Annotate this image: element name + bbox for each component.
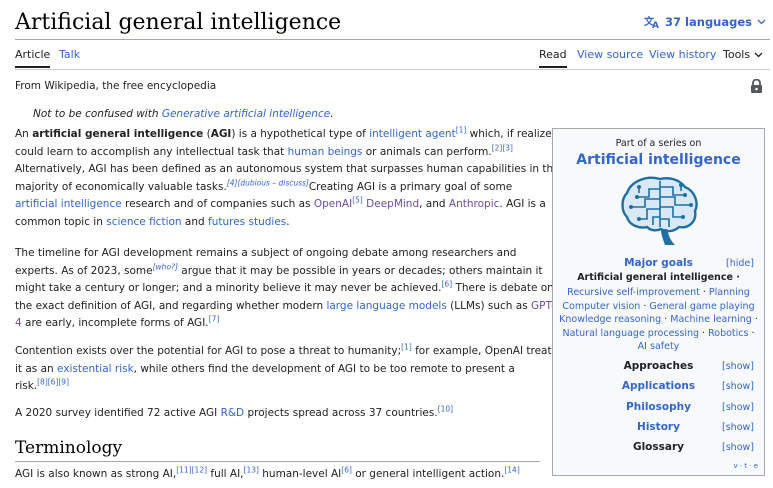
citation[interactable]: [14]: [504, 466, 519, 475]
tab-read[interactable]: Read: [539, 48, 567, 68]
link-existential-risk[interactable]: existential risk: [57, 363, 134, 375]
goal-link[interactable]: Recursive self-improvement: [567, 287, 700, 298]
tab-talk[interactable]: Talk: [59, 48, 80, 66]
link-human-beings[interactable]: human beings: [288, 146, 363, 158]
section-heading-terminology: Terminology: [15, 438, 540, 462]
lock-icon[interactable]: [750, 78, 763, 97]
tab-view-source[interactable]: View source: [577, 48, 643, 66]
tabs-row: Article Talk Read View source View histo…: [15, 44, 770, 70]
goal-link[interactable]: Robotics: [708, 328, 748, 339]
goal-link[interactable]: Computer vision: [562, 301, 640, 312]
series-sidebar: Part of a series on Artificial intellige…: [552, 128, 765, 476]
translate-icon: 文A: [644, 15, 660, 29]
citation[interactable]: [6]: [341, 466, 352, 475]
tab-view-history[interactable]: View history: [649, 48, 716, 66]
goal-link[interactable]: General game playing: [649, 301, 754, 312]
link-intelligent-agent[interactable]: intelligent agent: [369, 128, 455, 140]
citation[interactable]: [10]: [438, 405, 453, 414]
show-toggle[interactable]: [show]: [722, 422, 754, 433]
citation[interactable]: [5]: [352, 196, 363, 205]
paragraph-terminology: AGI is also known as strong AI,[11][12] …: [15, 465, 520, 480]
citation[interactable]: [13]: [244, 466, 259, 475]
series-part-of: Part of a series on: [615, 138, 702, 149]
chevron-down-icon: [754, 48, 763, 61]
link-openai[interactable]: OpenAI: [314, 198, 352, 210]
vte-links[interactable]: v · t · e: [733, 462, 758, 470]
link-futures-studies[interactable]: futures studies: [208, 216, 286, 228]
tools-label: Tools: [723, 48, 751, 61]
link-artificial-intelligence[interactable]: artificial intelligence: [15, 198, 122, 210]
citation[interactable]: [6]: [442, 280, 453, 289]
link-anthropic[interactable]: Anthropic: [449, 198, 499, 210]
brain-circuit-icon: [617, 173, 703, 252]
show-toggle[interactable]: [show]: [722, 402, 754, 413]
citation[interactable]: [2][3]: [492, 143, 513, 152]
show-toggle[interactable]: [show]: [722, 361, 754, 372]
series-title-link[interactable]: Artificial intelligence: [553, 152, 764, 168]
show-toggle[interactable]: [show]: [722, 381, 754, 392]
citation[interactable]: [1]: [456, 126, 467, 135]
languages-label: 37 languages: [665, 15, 752, 29]
chevron-down-icon: [757, 19, 766, 25]
title-row: Artificial general intelligence 文A 37 la…: [15, 6, 770, 40]
link-deepmind[interactable]: DeepMind: [366, 198, 419, 210]
current-article-item: Artificial general intelligence ·: [577, 272, 740, 283]
citation[interactable]: [11][12]: [176, 466, 207, 475]
hide-toggle[interactable]: [hide]: [726, 258, 754, 269]
tools-menu[interactable]: Tools: [723, 48, 763, 66]
paragraph-timeline: The timeline for AGI development remains…: [15, 247, 555, 329]
show-toggle[interactable]: [show]: [722, 442, 754, 453]
svg-text:A: A: [652, 21, 659, 29]
tagline: From Wikipedia, the free encyclopedia: [15, 80, 217, 92]
link-large-language-models[interactable]: large language models: [326, 300, 446, 312]
hatnote-link[interactable]: Generative artificial intelligence: [162, 108, 330, 120]
goal-link[interactable]: Knowledge reasoning: [559, 314, 661, 325]
citation[interactable]: [who?]: [153, 262, 178, 271]
paragraph-survey: A 2020 survey identified 72 active AGI R…: [15, 404, 454, 419]
languages-button[interactable]: 文A 37 languages: [644, 15, 766, 29]
goal-link[interactable]: Planning: [709, 287, 750, 298]
citation[interactable]: [4][dubious – discuss]: [227, 178, 309, 187]
paragraph-intro: An artificial general intelligence (AGI)…: [15, 125, 562, 228]
paragraph-contention: Contention exists over the potential for…: [15, 342, 558, 392]
tab-article[interactable]: Article: [15, 48, 51, 68]
hatnote: Not to be confused with Generative artif…: [33, 108, 334, 120]
major-goals-list: Recursive self-improvement · Planning Co…: [559, 287, 758, 352]
page-title: Artificial general intelligence: [15, 10, 342, 35]
link-science-fiction[interactable]: science fiction: [106, 216, 181, 228]
goal-link[interactable]: AI safety: [638, 341, 680, 352]
citation[interactable]: [7]: [209, 315, 220, 324]
goal-link[interactable]: Natural language processing: [563, 328, 700, 339]
link-gpt-4-cont[interactable]: 4: [15, 317, 22, 329]
link-rnd[interactable]: R&D: [221, 407, 245, 419]
citation[interactable]: [8][6][9]: [37, 378, 69, 387]
citation[interactable]: [1]: [401, 343, 412, 352]
goal-link[interactable]: Machine learning: [670, 314, 752, 325]
